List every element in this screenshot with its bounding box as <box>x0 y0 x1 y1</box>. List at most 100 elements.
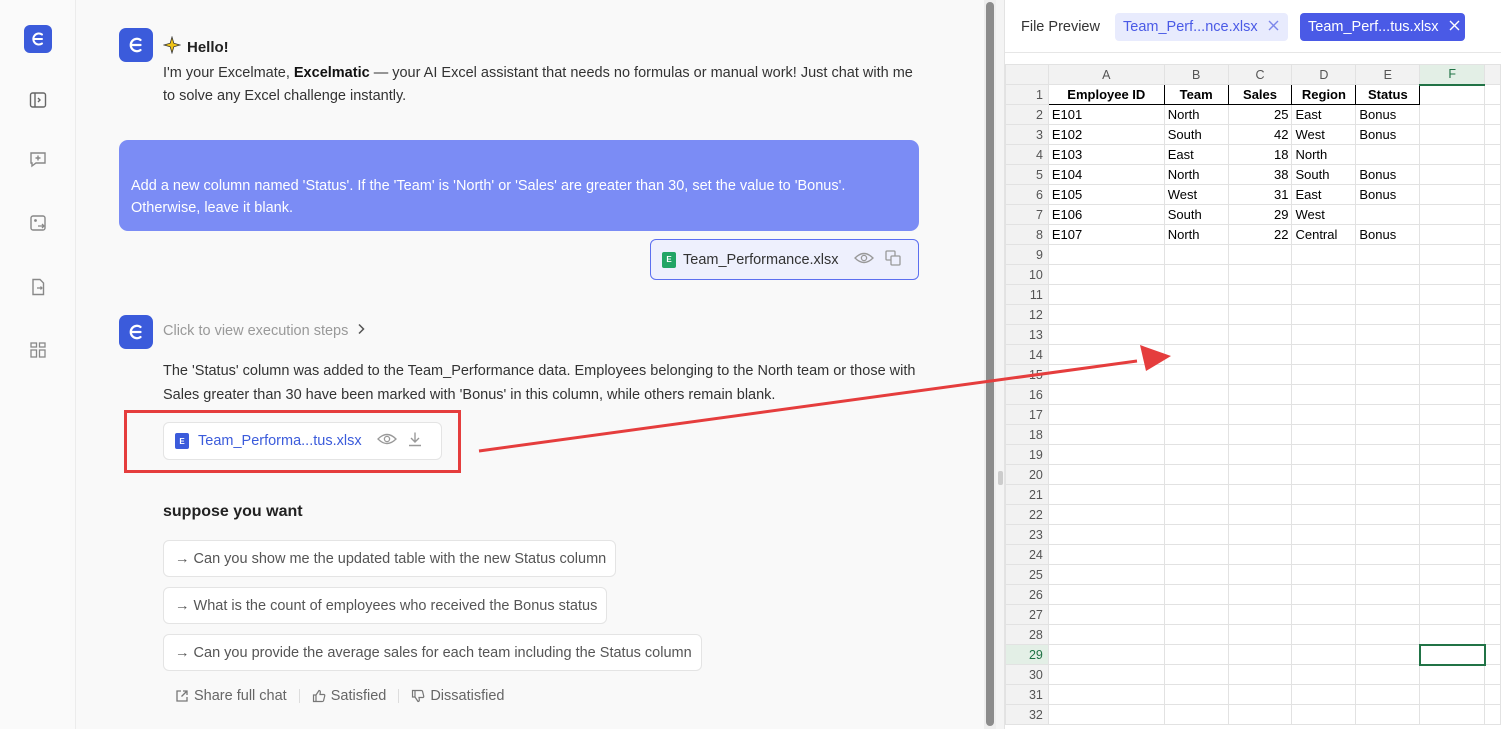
cell[interactable] <box>1355 204 1421 225</box>
row-header[interactable]: 21 <box>1005 484 1049 505</box>
cell[interactable] <box>1355 444 1421 465</box>
cell[interactable] <box>1484 84 1501 105</box>
cell[interactable] <box>1419 364 1486 385</box>
cell[interactable] <box>1419 184 1486 205</box>
cell[interactable] <box>1484 464 1501 485</box>
row-header[interactable]: 22 <box>1005 504 1049 525</box>
cell[interactable] <box>1484 504 1501 525</box>
cell[interactable]: 38 <box>1227 164 1293 185</box>
cell[interactable] <box>1355 464 1421 485</box>
cell[interactable] <box>1355 604 1421 625</box>
cell[interactable] <box>1291 384 1357 405</box>
cell[interactable]: Region <box>1291 84 1357 105</box>
cell[interactable] <box>1484 484 1501 505</box>
chat-scrollbar[interactable] <box>984 0 996 729</box>
cell[interactable] <box>1355 384 1421 405</box>
cell[interactable] <box>1291 644 1357 665</box>
cell[interactable] <box>1419 504 1486 525</box>
cell[interactable] <box>1227 264 1293 285</box>
cell[interactable] <box>1419 324 1486 345</box>
close-icon[interactable] <box>1449 19 1460 35</box>
scrollbar-thumb[interactable] <box>986 2 994 726</box>
cell[interactable] <box>1227 644 1293 665</box>
cell[interactable] <box>1227 404 1293 425</box>
cell[interactable] <box>1419 484 1486 505</box>
cell[interactable] <box>1484 444 1501 465</box>
row-header[interactable]: 29 <box>1005 644 1049 665</box>
cell[interactable]: Status <box>1355 84 1421 105</box>
row-header[interactable]: 23 <box>1005 524 1049 545</box>
cell[interactable] <box>1047 604 1165 625</box>
row-header[interactable]: 14 <box>1005 344 1049 365</box>
cell[interactable] <box>1291 504 1357 525</box>
select-all-corner[interactable] <box>1005 64 1049 85</box>
cell[interactable] <box>1484 524 1501 545</box>
row-header[interactable]: 17 <box>1005 404 1049 425</box>
cell[interactable] <box>1227 484 1293 505</box>
cell[interactable] <box>1484 604 1501 625</box>
cell[interactable] <box>1163 504 1229 525</box>
cell[interactable] <box>1227 584 1293 605</box>
cell[interactable]: Employee ID <box>1047 84 1165 105</box>
cell[interactable] <box>1291 524 1357 545</box>
image-convert-icon[interactable] <box>27 212 49 234</box>
cell[interactable] <box>1419 444 1486 465</box>
suggestion-item[interactable]: → Can you show me the updated table with… <box>163 540 617 577</box>
cell[interactable] <box>1291 264 1357 285</box>
cell[interactable] <box>1484 384 1501 405</box>
cell[interactable] <box>1047 444 1165 465</box>
cell[interactable] <box>1227 524 1293 545</box>
cell[interactable] <box>1291 424 1357 445</box>
cell[interactable] <box>1163 404 1229 425</box>
cell[interactable] <box>1355 704 1421 725</box>
cell[interactable]: East <box>1163 144 1229 165</box>
cell[interactable] <box>1291 584 1357 605</box>
cell[interactable] <box>1419 624 1486 645</box>
output-file-attachment[interactable]: E Team_Performa...tus.xlsx <box>163 422 442 460</box>
cell[interactable] <box>1419 664 1486 685</box>
new-chat-icon[interactable] <box>27 148 49 170</box>
cell[interactable]: E102 <box>1047 124 1165 145</box>
cell[interactable] <box>1484 284 1501 305</box>
cell[interactable] <box>1484 364 1501 385</box>
cell[interactable] <box>1163 524 1229 545</box>
cell[interactable] <box>1047 384 1165 405</box>
cell[interactable] <box>1227 684 1293 705</box>
cell[interactable] <box>1484 244 1501 265</box>
cell[interactable] <box>1484 584 1501 605</box>
cell[interactable] <box>1163 384 1229 405</box>
eye-icon[interactable] <box>853 251 874 269</box>
cell[interactable] <box>1163 684 1229 705</box>
download-icon[interactable] <box>407 431 423 451</box>
cell[interactable]: Team <box>1163 84 1229 105</box>
cell[interactable] <box>1163 324 1229 345</box>
cell[interactable]: 22 <box>1227 224 1293 245</box>
cell[interactable] <box>1355 264 1421 285</box>
cell[interactable] <box>1355 324 1421 345</box>
cell[interactable]: North <box>1163 104 1229 125</box>
cell[interactable]: Bonus <box>1355 224 1421 245</box>
cell[interactable] <box>1163 424 1229 445</box>
cell[interactable] <box>1419 384 1486 405</box>
cell[interactable]: Bonus <box>1355 124 1421 145</box>
cell[interactable] <box>1419 264 1486 285</box>
share-chat-button[interactable]: Share full chat <box>175 688 287 704</box>
cell[interactable]: West <box>1291 124 1357 145</box>
cell[interactable]: North <box>1291 144 1357 165</box>
row-header[interactable]: 30 <box>1005 664 1049 685</box>
cell[interactable] <box>1484 104 1501 125</box>
cell[interactable] <box>1047 584 1165 605</box>
row-header[interactable]: 31 <box>1005 684 1049 705</box>
cell[interactable] <box>1227 504 1293 525</box>
cell[interactable] <box>1047 684 1165 705</box>
suggestion-item[interactable]: → What is the count of employees who rec… <box>163 587 608 624</box>
cell[interactable] <box>1291 284 1357 305</box>
cell[interactable] <box>1419 84 1486 105</box>
cell[interactable]: East <box>1291 184 1357 205</box>
cell[interactable] <box>1227 424 1293 445</box>
cell[interactable] <box>1484 264 1501 285</box>
cell[interactable] <box>1355 244 1421 265</box>
cell[interactable] <box>1355 624 1421 645</box>
cell[interactable] <box>1355 364 1421 385</box>
cell[interactable] <box>1484 684 1501 705</box>
